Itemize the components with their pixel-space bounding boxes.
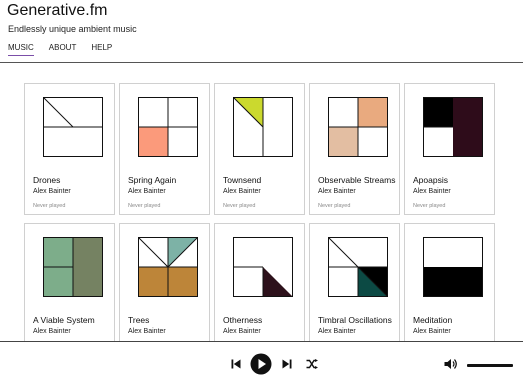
app-subtitle: Endlessly unique ambient music xyxy=(8,24,137,34)
shuffle-icon[interactable] xyxy=(306,359,318,369)
piece-card-timbral-oscillations[interactable]: Timbral Oscillations Alex Bainter xyxy=(309,223,400,355)
play-status: Never played xyxy=(318,203,351,209)
meditation-art xyxy=(423,237,483,297)
piece-artist: Alex Bainter xyxy=(413,328,451,335)
apoapsis-art xyxy=(423,97,483,157)
player-bar xyxy=(0,341,523,375)
tab-help[interactable]: HELP xyxy=(91,43,112,56)
app-title: Generative.fm xyxy=(7,2,108,19)
spring-again-art xyxy=(138,97,198,157)
timbral-oscillations-art xyxy=(328,237,388,297)
play-status: Never played xyxy=(413,203,446,209)
piece-card-meditation[interactable]: Meditation Alex Bainter xyxy=(404,223,495,355)
piece-title: Otherness xyxy=(223,315,263,325)
piece-artist: Alex Bainter xyxy=(413,188,451,195)
piece-artist: Alex Bainter xyxy=(223,328,261,335)
piece-title: Timbral Oscillations xyxy=(318,315,392,325)
piece-card-a-viable-system[interactable]: A Viable System Alex Bainter xyxy=(24,223,115,355)
nav-tabs: MUSIC ABOUT HELP xyxy=(8,43,127,56)
piece-card-trees[interactable]: Trees Alex Bainter xyxy=(119,223,210,355)
piece-title: A Viable System xyxy=(33,315,95,325)
drones-art xyxy=(43,97,103,157)
piece-card-townsend[interactable]: Townsend Alex Bainter Never played xyxy=(214,83,305,215)
play-icon[interactable] xyxy=(250,353,272,375)
volume-slider[interactable] xyxy=(467,364,513,367)
piece-artist: Alex Bainter xyxy=(318,328,356,335)
trees-art xyxy=(138,237,198,297)
a-viable-system-art xyxy=(43,237,103,297)
piece-artist: Alex Bainter xyxy=(318,188,356,195)
piece-title: Drones xyxy=(33,175,61,185)
previous-icon[interactable] xyxy=(231,359,241,369)
next-icon[interactable] xyxy=(282,359,292,369)
piece-card-spring-again[interactable]: Spring Again Alex Bainter Never played xyxy=(119,83,210,215)
play-status: Never played xyxy=(223,203,256,209)
volume-icon[interactable] xyxy=(444,358,458,370)
piece-artist: Alex Bainter xyxy=(33,188,71,195)
piece-title: Meditation xyxy=(413,315,453,325)
piece-artist: Alex Bainter xyxy=(223,188,261,195)
piece-title: Observable Streams xyxy=(318,175,396,185)
play-status: Never played xyxy=(33,203,66,209)
play-status: Never played xyxy=(128,203,161,209)
tab-music[interactable]: MUSIC xyxy=(8,43,34,56)
piece-card-otherness[interactable]: Otherness Alex Bainter xyxy=(214,223,305,355)
piece-title: Townsend xyxy=(223,175,262,185)
piece-title: Spring Again xyxy=(128,175,177,185)
piece-artist: Alex Bainter xyxy=(33,328,71,335)
tab-about[interactable]: ABOUT xyxy=(49,43,77,56)
otherness-art xyxy=(233,237,293,297)
piece-card-observable-streams[interactable]: Observable Streams Alex Bainter Never pl… xyxy=(309,83,400,215)
observable-streams-art xyxy=(328,97,388,157)
piece-artist: Alex Bainter xyxy=(128,328,166,335)
piece-title: Apoapsis xyxy=(413,175,448,185)
townsend-art xyxy=(233,97,293,157)
piece-card-drones[interactable]: Drones Alex Bainter Never played xyxy=(24,83,115,215)
piece-card-apoapsis[interactable]: Apoapsis Alex Bainter Never played xyxy=(404,83,495,215)
piece-artist: Alex Bainter xyxy=(128,188,166,195)
piece-title: Trees xyxy=(128,315,150,325)
app-header: Generative.fm Endlessly unique ambient m… xyxy=(0,0,523,63)
